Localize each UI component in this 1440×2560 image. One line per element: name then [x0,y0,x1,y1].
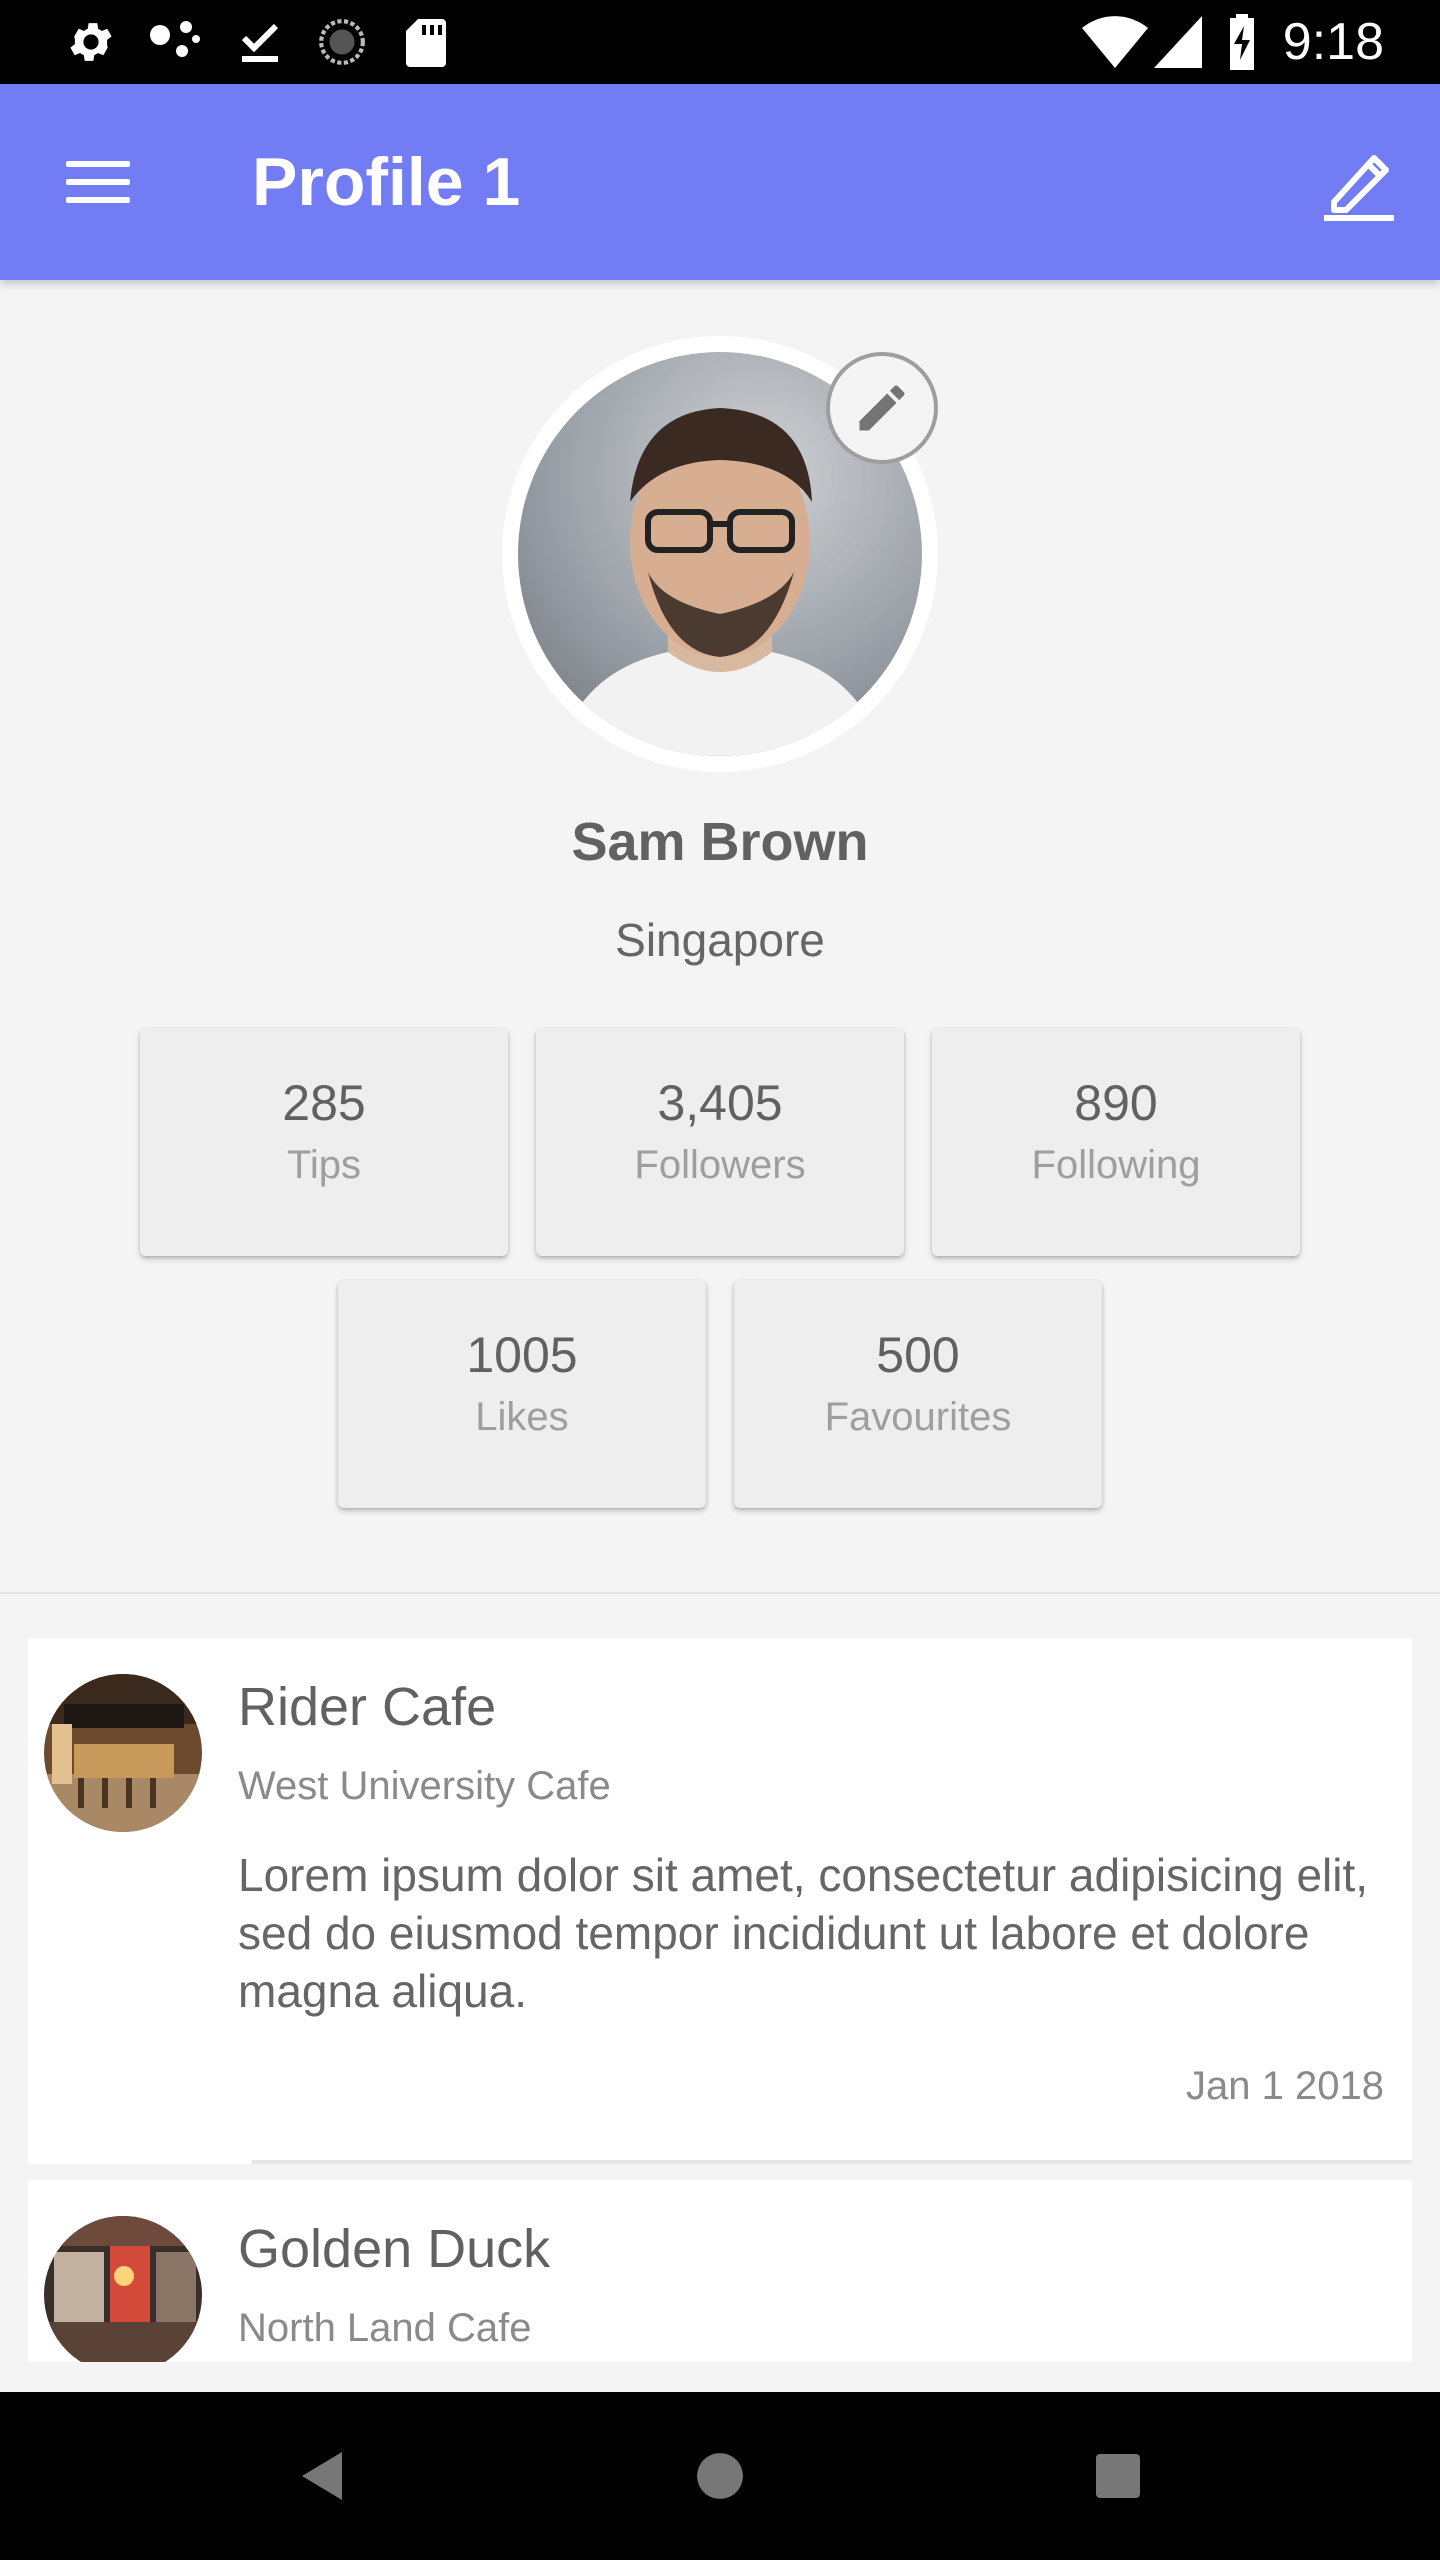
status-time: 9:18 [1282,13,1384,71]
back-icon[interactable] [282,2436,362,2516]
pencil-icon[interactable] [1310,134,1406,230]
home-icon[interactable] [680,2436,760,2516]
navigation-bar [0,2392,1440,2560]
card-subtitle: West University Cafe [238,1764,611,1808]
stat-label: Following [1031,1143,1201,1187]
cafe-thumbnail [44,1674,202,1832]
page-title: Profile 1 [252,144,521,220]
download-done-icon [232,14,288,70]
section-divider [0,1592,1440,1594]
wifi-icon [1080,14,1150,70]
card-underline [28,2160,252,2164]
stat-tips[interactable]: 285 Tips [140,1028,508,1256]
stat-label: Followers [634,1143,806,1187]
list-item[interactable]: Golden Duck North Land Cafe [28,2180,1412,2362]
card-body: Lorem ipsum dolor sit amet, consectetur … [238,1849,1369,2017]
dots-icon [146,14,204,70]
card-date: Jan 1 2018 [1186,2064,1384,2108]
edit-avatar-button[interactable] [826,352,938,464]
stat-value: 1005 [466,1327,578,1383]
list-item[interactable]: Rider Cafe West University Cafe Lorem ip… [28,1638,1412,2160]
stat-value: 500 [876,1327,960,1383]
card-subtitle: North Land Cafe [238,2306,532,2350]
stat-label: Favourites [824,1395,1012,1439]
profile-location: Singapore [615,914,825,966]
stat-likes[interactable]: 1005 Likes [338,1280,706,1508]
stat-favourites[interactable]: 500 Favourites [734,1280,1102,1508]
pencil-icon [859,385,905,431]
stat-following[interactable]: 890 Following [932,1028,1300,1256]
cafe-thumbnail [44,2216,202,2362]
stat-value: 890 [1074,1075,1158,1131]
signal-icon [1152,14,1204,70]
battery-charging-icon [1222,14,1262,70]
stat-label: Tips [286,1143,362,1187]
status-bar: 9:18 [0,0,1440,84]
hamburger-menu-icon[interactable] [50,144,146,220]
sd-card-icon [400,14,452,70]
app-bar: Profile 1 [0,84,1440,280]
recents-icon[interactable] [1078,2436,1158,2516]
stat-value: 285 [282,1075,366,1131]
stat-followers[interactable]: 3,405 Followers [536,1028,904,1256]
profile-name: Sam Brown [571,812,869,872]
stat-label: Likes [475,1395,569,1439]
stat-value: 3,405 [657,1075,783,1131]
settings-icon [62,14,120,70]
card-title: Rider Cafe [238,1677,497,1737]
sync-icon [314,14,370,70]
card-title: Golden Duck [238,2219,551,2279]
card-underline [252,2160,1412,2164]
